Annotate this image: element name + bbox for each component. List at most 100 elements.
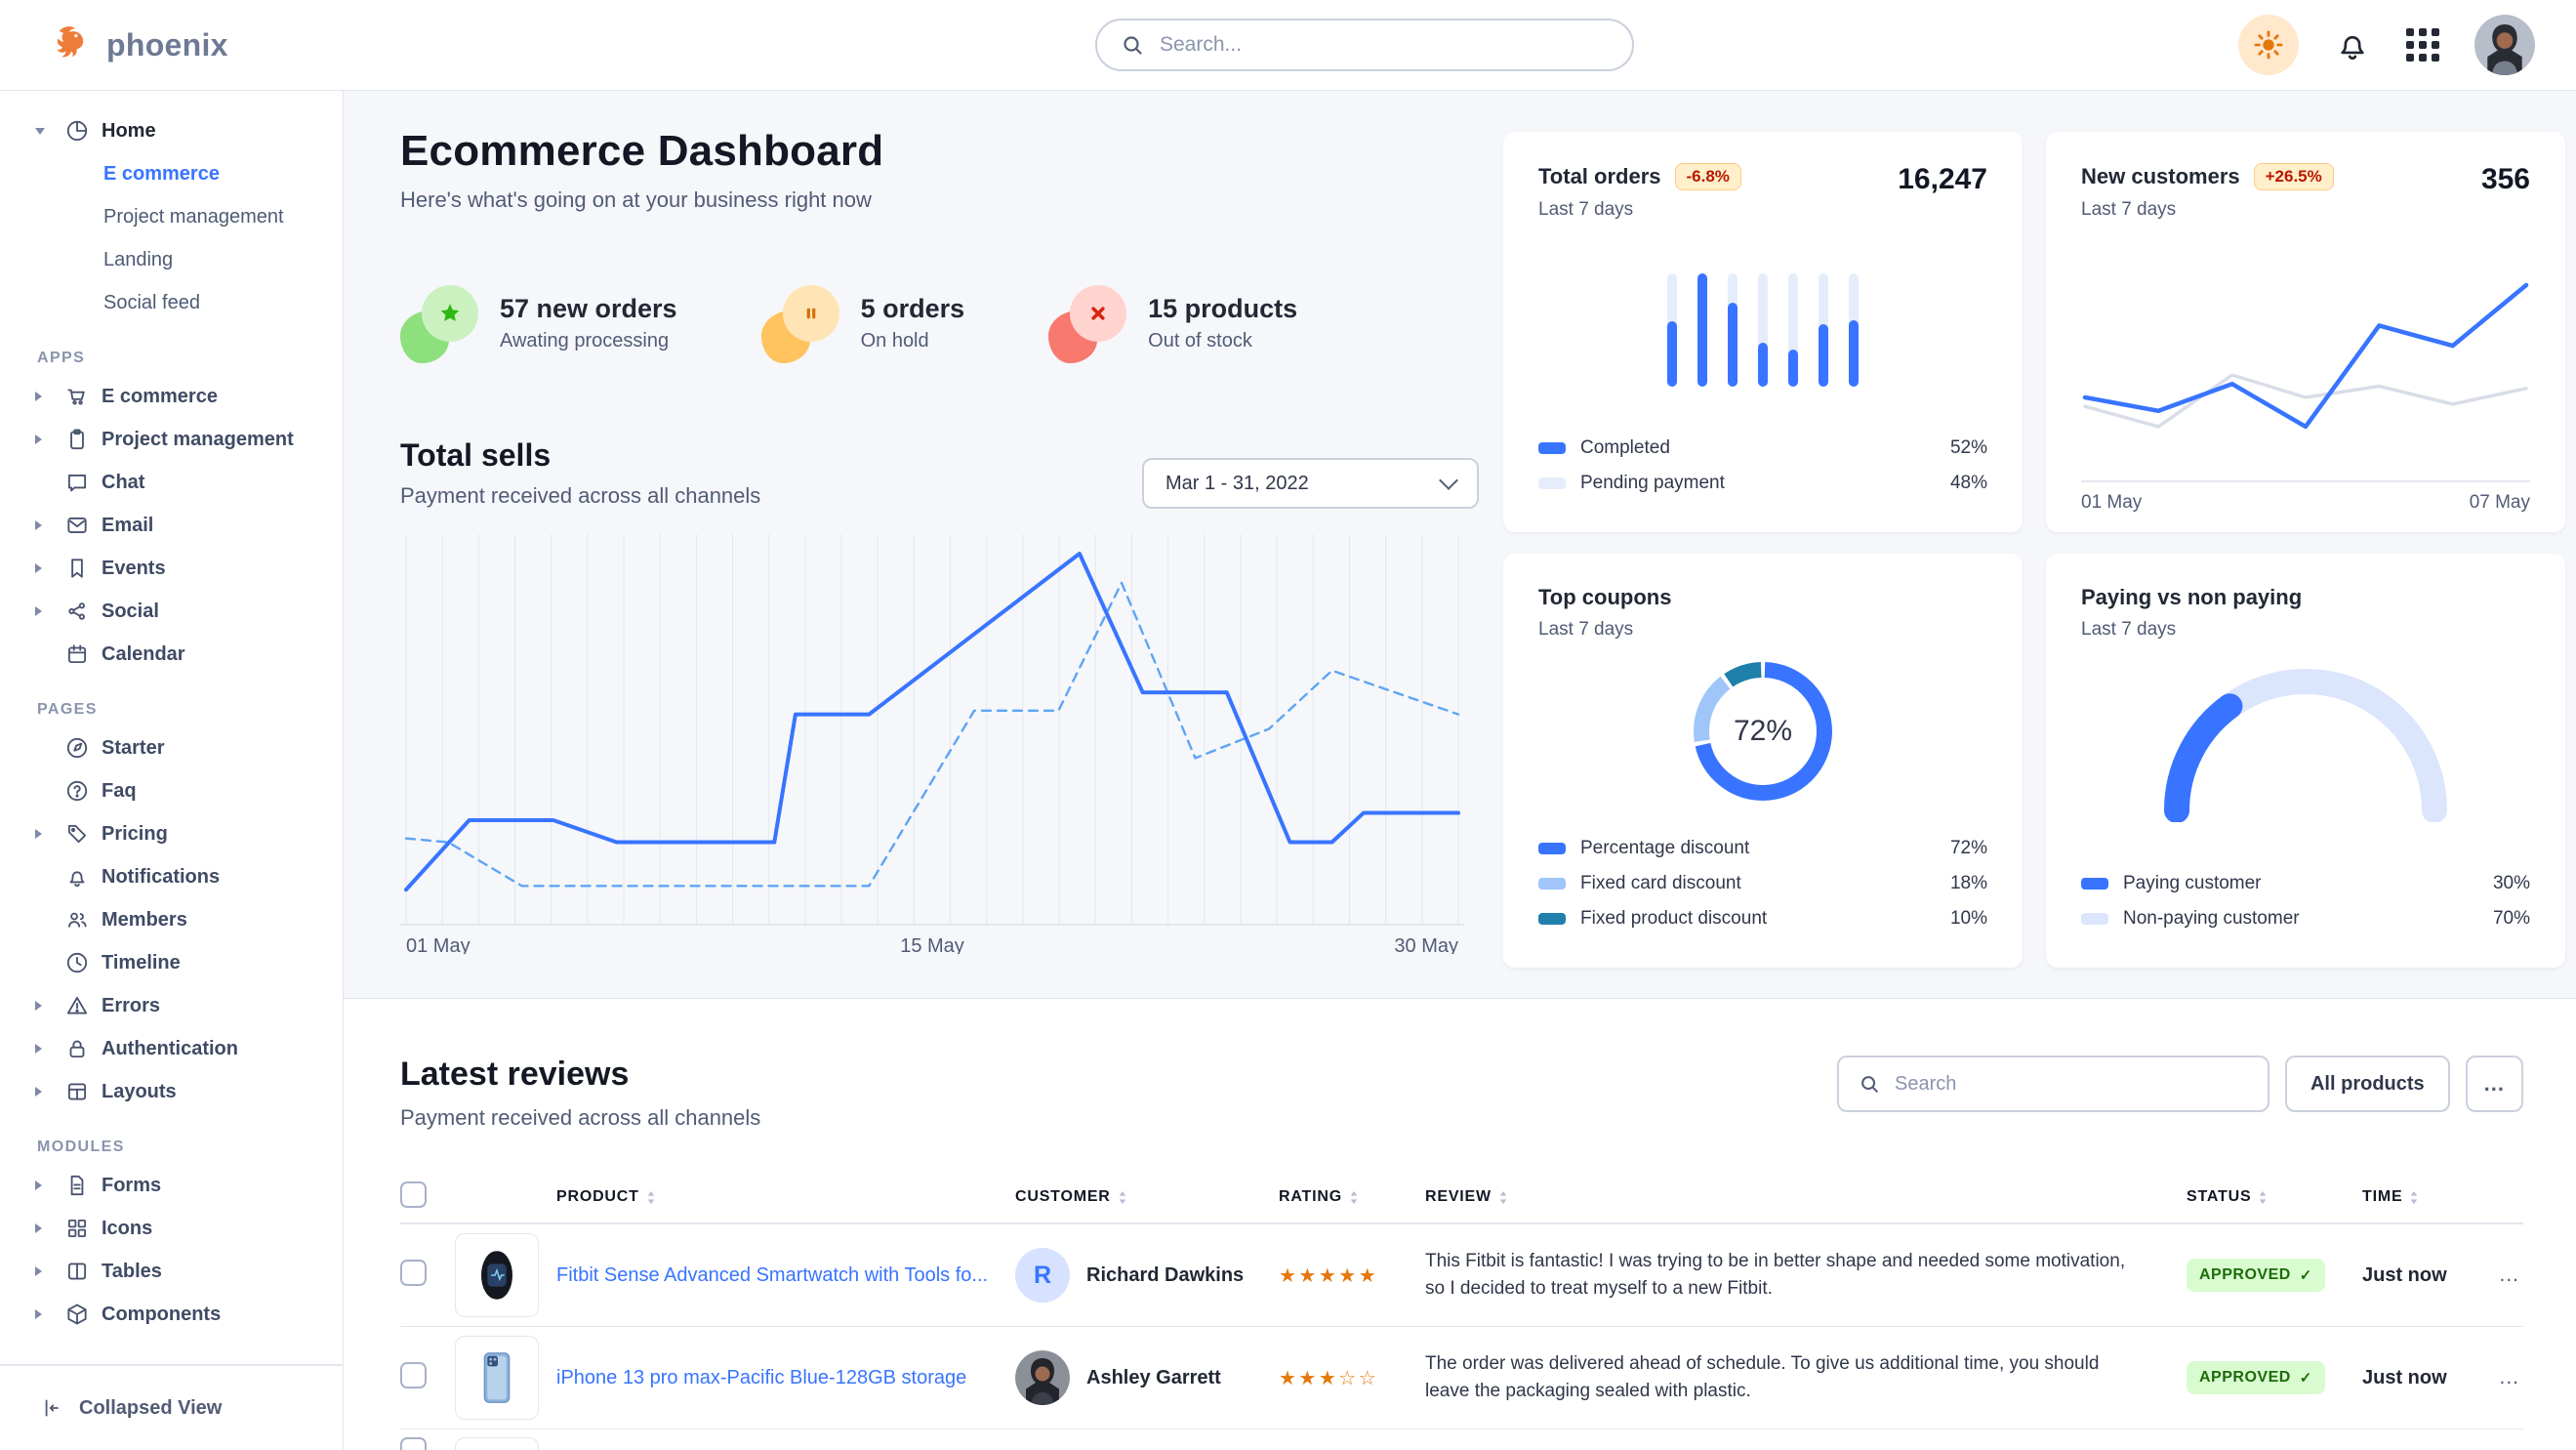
card-title: Total orders xyxy=(1538,164,1661,189)
review-time: Just now xyxy=(2362,1367,2447,1388)
legend-item-percentage-discount: Percentage discount72% xyxy=(1538,831,1987,866)
sidebar-item-social-feed[interactable]: Social feed xyxy=(35,281,327,324)
reviews-search-input[interactable] xyxy=(1893,1072,2248,1097)
svg-text:15 May: 15 May xyxy=(900,935,964,954)
shopping-cart-icon xyxy=(64,384,90,409)
sidebar-item-members[interactable]: Members xyxy=(35,898,327,941)
legend-item-paying-customer: Paying customer30% xyxy=(2081,866,2530,901)
legend-swatch xyxy=(2081,878,2108,890)
global-search-input[interactable] xyxy=(1158,32,1609,58)
column-header-rating[interactable]: RATING xyxy=(1279,1188,1425,1206)
reviews-search[interactable] xyxy=(1837,1056,2269,1112)
sidebar-item-project-management[interactable]: Project management xyxy=(35,195,327,238)
sidebar-item-notifications[interactable]: Notifications xyxy=(35,855,327,898)
reviews-table: PRODUCT CUSTOMER RATING REVIEW STATUS TI… xyxy=(400,1172,2523,1450)
theme-toggle-button[interactable] xyxy=(2238,15,2299,75)
coupons-donut-chart: 72% xyxy=(1682,650,1844,812)
sidebar-item-project-management[interactable]: Project management xyxy=(35,418,327,461)
customer-cell[interactable]: Ashley Garrett xyxy=(1015,1350,1279,1405)
chevron-right-icon xyxy=(35,829,53,839)
reviews-more-button[interactable]: ... xyxy=(2466,1056,2523,1112)
product-link[interactable]: Fitbit Sense Advanced Smartwatch with To… xyxy=(556,1264,988,1286)
date-range-select[interactable]: Mar 1 - 31, 2022 xyxy=(1142,458,1479,509)
collapse-sidebar-button[interactable]: Collapsed View xyxy=(0,1364,343,1450)
row-checkbox[interactable] xyxy=(400,1437,427,1450)
phoenix-logo-icon xyxy=(51,23,94,66)
chevron-right-icon xyxy=(35,1181,53,1190)
column-header-customer[interactable]: CUSTOMER xyxy=(1015,1188,1279,1206)
bell-icon xyxy=(2334,26,2371,63)
file-text-icon xyxy=(64,1173,90,1198)
sidebar-item-tables[interactable]: Tables xyxy=(35,1250,327,1293)
sidebar-item-calendar[interactable]: Calendar xyxy=(35,633,327,676)
all-products-button[interactable]: All products xyxy=(2285,1056,2450,1112)
sidebar-item-icons[interactable]: Icons xyxy=(35,1207,327,1250)
total-sells-header: Total sells Payment received across all … xyxy=(400,437,1479,509)
bookmark-icon xyxy=(64,556,90,581)
sidebar-item-starter[interactable]: Starter xyxy=(35,726,327,769)
users-icon xyxy=(64,907,90,932)
check-icon: ✓ xyxy=(2300,1369,2312,1387)
sidebar-item-errors[interactable]: Errors xyxy=(35,984,327,1027)
legend-item-pending-payment: Pending payment48% xyxy=(1538,466,1987,501)
chevron-right-icon xyxy=(35,435,53,444)
help-icon xyxy=(64,778,90,804)
app-launcher-button[interactable] xyxy=(2406,28,2439,62)
product-thumbnail xyxy=(455,1233,539,1317)
chevron-right-icon xyxy=(35,606,53,616)
legend-swatch xyxy=(1538,843,1566,854)
sidebar-item-authentication[interactable]: Authentication xyxy=(35,1027,327,1070)
sidebar-item-pricing[interactable]: Pricing xyxy=(35,812,327,855)
sidebar-item-email[interactable]: Email xyxy=(35,504,327,547)
select-all-checkbox[interactable] xyxy=(400,1181,427,1208)
app-root: phoenix Home xyxy=(0,0,2576,1450)
sidebar-item-forms[interactable]: Forms xyxy=(35,1164,327,1207)
column-header-product[interactable]: PRODUCT xyxy=(556,1188,1015,1206)
chat-icon xyxy=(64,470,90,495)
sidebar-item-home[interactable]: Home xyxy=(35,109,327,152)
sidebar-section-pages: PAGES xyxy=(37,701,327,719)
sidebar: Home E commerceProject managementLanding… xyxy=(0,90,344,1450)
row-checkbox[interactable] xyxy=(400,1362,427,1388)
sidebar-item-e-commerce[interactable]: E commerce xyxy=(35,152,327,195)
brand-logo[interactable]: phoenix xyxy=(51,0,228,90)
column-header-review[interactable]: REVIEW xyxy=(1425,1188,2187,1206)
legend-item-fixed-product-discount: Fixed product discount10% xyxy=(1538,901,1987,936)
sidebar-item-faq[interactable]: Faq xyxy=(35,769,327,812)
notifications-button[interactable] xyxy=(2334,26,2371,63)
sidebar-item-events[interactable]: Events xyxy=(35,547,327,590)
row-menu-button[interactable]: ... xyxy=(2499,1366,2519,1388)
sidebar-item-landing[interactable]: Landing xyxy=(35,238,327,281)
user-avatar[interactable] xyxy=(2474,15,2535,75)
legend-item-completed: Completed52% xyxy=(1538,431,1987,466)
chevron-right-icon xyxy=(35,520,53,530)
legend-item-fixed-card-discount: Fixed card discount18% xyxy=(1538,866,1987,901)
sidebar-item-social[interactable]: Social xyxy=(35,590,327,633)
column-header-time[interactable]: TIME xyxy=(2362,1188,2470,1206)
sidebar-item-e-commerce[interactable]: E commerce xyxy=(35,375,327,418)
reviews-subtitle: Payment received across all channels xyxy=(400,1105,760,1131)
global-search[interactable] xyxy=(1095,19,1634,71)
row-checkbox[interactable] xyxy=(400,1260,427,1286)
sidebar-item-chat[interactable]: Chat xyxy=(35,461,327,504)
sidebar-item-components[interactable]: Components xyxy=(35,1293,327,1336)
stat-57-new-orders: 57 new ordersAwating processing xyxy=(400,283,677,363)
product-thumbnail xyxy=(455,1437,539,1450)
sidebar-item-layouts[interactable]: Layouts xyxy=(35,1070,327,1113)
orders-legend: Completed52%Pending payment48% xyxy=(1538,431,1987,501)
customer-cell[interactable]: R Richard Dawkins xyxy=(1015,1248,1279,1303)
sort-icon xyxy=(2258,1190,2268,1205)
sidebar-item-timeline[interactable]: Timeline xyxy=(35,941,327,984)
brand-name: phoenix xyxy=(106,27,228,63)
product-link[interactable]: iPhone 13 pro max-Pacific Blue-128GB sto… xyxy=(556,1367,966,1388)
reviews-title: Latest reviews xyxy=(400,1056,760,1094)
table-row: iPhone 13 pro max-Pacific Blue-128GB sto… xyxy=(400,1327,2523,1429)
column-header-status[interactable]: STATUS xyxy=(2187,1188,2362,1206)
trend-badge: +26.5% xyxy=(2254,163,2334,190)
dashboard-hero: Ecommerce Dashboard Here's what's going … xyxy=(344,90,2576,999)
sidebar-section-apps: APPS xyxy=(37,350,327,367)
total-sells-title: Total sells xyxy=(400,437,760,474)
star-icon xyxy=(422,285,478,342)
card-value: 16,247 xyxy=(1898,163,1987,196)
row-menu-button[interactable]: ... xyxy=(2499,1264,2519,1286)
